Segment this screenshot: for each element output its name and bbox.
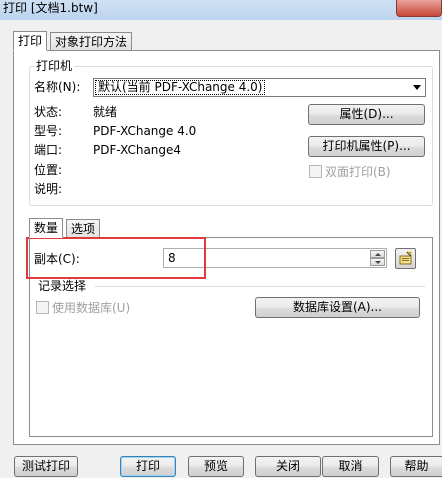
records-group-divider [95,286,425,287]
printer-port-value: PDF-XChange4 [93,143,182,157]
use-database-label: 使用数据库(U) [52,301,131,315]
copies-increment-button[interactable] [370,250,385,258]
arrow-down-icon [375,261,381,264]
printer-status-value: 就绪 [93,105,118,119]
printer-comment-label: 说明: [34,182,63,196]
copies-decrement-button[interactable] [370,258,385,266]
print-button[interactable]: 打印 [120,456,176,477]
subtab-options[interactable]: 选项 [66,219,101,238]
printer-name-label: 名称(N): [34,80,81,94]
wizard-icon [399,251,412,265]
printer-name-value: 默认(当前 PDF-XChange 4.0) [95,80,266,95]
printer-port-label: 端口: [34,143,63,157]
database-settings-button[interactable]: 数据库设置(A)... [255,297,420,318]
copies-wizard-button[interactable] [395,248,416,269]
printer-location-label: 位置: [34,163,63,177]
cancel-button[interactable]: 取消 [322,456,379,477]
tab-object-print-method[interactable]: 对象打印方法 [50,32,133,51]
tab-print[interactable]: 打印 [13,31,48,51]
help-button[interactable]: 帮助 [390,456,442,477]
window-close-button[interactable] [396,0,442,17]
duplex-checkbox[interactable] [309,165,322,178]
chevron-down-icon [413,85,421,90]
records-group-title: 记录选择 [36,279,89,293]
printer-properties-button[interactable]: 打印机属性(P)... [308,136,425,157]
title-bar: 打印 [文档1.btw] [0,0,442,20]
preview-button[interactable]: 预览 [188,456,244,477]
use-database-checkbox[interactable] [36,301,49,314]
properties-button[interactable]: 属性(D)... [308,104,425,125]
arrow-up-icon [375,253,381,256]
printer-name-select[interactable]: 默认(当前 PDF-XChange 4.0) [93,78,426,97]
copies-spin-buttons [370,250,385,266]
test-print-button[interactable]: 测试打印 [14,456,78,477]
printer-group-title: 打印机 [34,59,75,73]
close-button[interactable]: 关闭 [255,456,321,477]
subtab-quantity[interactable]: 数量 [29,218,64,238]
window-title: 打印 [文档1.btw] [3,1,98,15]
printer-status-label: 状态: [34,105,63,119]
duplex-label: 双面打印(B) [325,165,391,179]
printer-model-value: PDF-XChange 4.0 [93,124,197,138]
printer-model-label: 型号: [34,124,63,138]
copies-highlight-box [26,237,206,279]
